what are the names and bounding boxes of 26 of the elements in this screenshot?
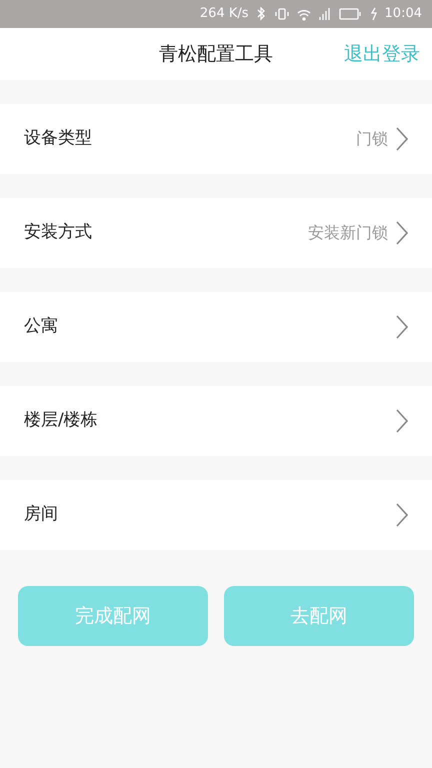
page-title: 青松配置工具 [159,42,273,67]
chevron-right-icon [396,221,408,245]
battery-icon [338,7,363,21]
row-label: 设备类型 [24,127,92,150]
network-speed: 264 K/s [200,5,249,24]
signal-icon [318,7,331,21]
row-label: 楼层/楼栋 [24,409,98,432]
list-row[interactable]: 楼层/楼栋 [0,386,432,456]
row-value: 门锁 [356,128,388,150]
row-label: 安装方式 [24,221,92,244]
chevron-right-icon [396,127,408,151]
row-label: 公寓 [24,315,58,338]
vibrate-icon [274,7,289,21]
chevron-right-icon [396,503,408,527]
clock: 10:04 [384,5,422,24]
charging-icon [370,7,377,21]
list-row[interactable]: 公寓 [0,292,432,362]
bluetooth-icon [256,7,267,21]
list-row[interactable]: 设备类型 门锁 [0,104,432,174]
chevron-right-icon [396,315,408,339]
wifi-icon [296,7,311,21]
list-row[interactable]: 安装方式 安装新门锁 [0,198,432,268]
chevron-right-icon [396,409,408,433]
row-label: 房间 [24,503,58,526]
list-row[interactable]: 房间 [0,480,432,550]
row-value: 安装新门锁 [308,222,388,244]
